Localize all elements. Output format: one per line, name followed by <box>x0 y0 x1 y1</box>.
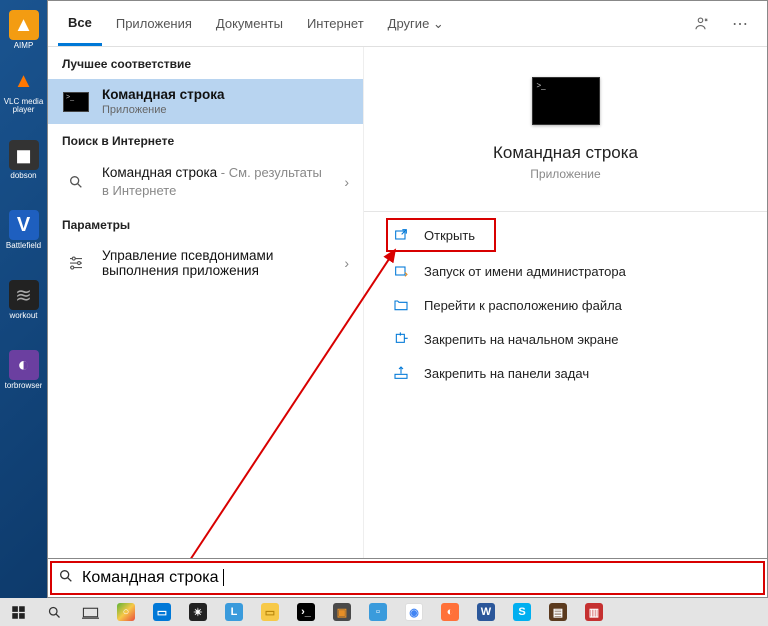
settings-sliders-icon <box>62 249 90 277</box>
chevron-down-icon: ⌄ <box>433 16 444 32</box>
preview-actions: Открыть Запуск от имени администратора П… <box>364 211 767 390</box>
desktop-icon-battlefield[interactable]: VBattlefield <box>0 200 47 260</box>
result-web[interactable]: Командная строка - См. результаты в Инте… <box>48 156 363 208</box>
feedback-icon[interactable] <box>685 7 719 41</box>
taskbar-app-3[interactable]: ▤ <box>540 598 576 626</box>
preview-title: Командная строка <box>493 143 638 163</box>
search-icon <box>58 568 74 589</box>
taskview-button[interactable] <box>72 598 108 626</box>
tab-all[interactable]: Все <box>58 2 102 46</box>
result-best-match[interactable]: Командная строка Приложение <box>48 79 363 124</box>
action-run-admin[interactable]: Запуск от имени администратора <box>364 254 767 288</box>
shield-admin-icon <box>392 262 410 280</box>
search-tabs: Все Приложения Документы Интернет Другие… <box>48 1 767 47</box>
desktop-icon-dobson[interactable]: ◼dobson <box>0 130 47 190</box>
taskbar-app-2[interactable]: L <box>216 598 252 626</box>
taskbar-app-browser[interactable]: ○ <box>108 598 144 626</box>
taskbar-app-cmd[interactable]: ›_ <box>288 598 324 626</box>
desktop-icon-vlc[interactable]: ▲VLC media player <box>0 60 47 120</box>
pin-start-icon <box>392 330 410 348</box>
taskbar-app-word[interactable]: W <box>468 598 504 626</box>
open-icon <box>392 226 410 244</box>
taskbar-app-winrar[interactable]: ▥ <box>576 598 612 626</box>
search-icon <box>62 168 90 196</box>
taskbar: ○ ▭ ✴ L ▭ ›_ ▣ ▫ ◉ ◐ W S ▤ ▥ <box>0 598 768 626</box>
params-header: Параметры <box>48 208 363 240</box>
folder-location-icon <box>392 296 410 314</box>
taskbar-app-firefox[interactable]: ◐ <box>432 598 468 626</box>
action-open-location[interactable]: Перейти к расположению файла <box>364 288 767 322</box>
best-match-header: Лучшее соответствие <box>48 47 363 79</box>
desktop-icon-workout[interactable]: ≋workout <box>0 270 47 330</box>
start-button[interactable] <box>0 598 36 626</box>
action-pin-taskbar[interactable]: Закрепить на панели задач <box>364 356 767 390</box>
tab-apps[interactable]: Приложения <box>106 2 202 46</box>
tab-docs[interactable]: Документы <box>206 2 293 46</box>
taskbar-app-files[interactable]: ▭ <box>252 598 288 626</box>
chevron-right-icon: › <box>344 255 349 271</box>
pin-taskbar-icon <box>392 364 410 382</box>
search-input-text[interactable]: Командная строка <box>82 569 224 587</box>
taskbar-app-skype[interactable]: S <box>504 598 540 626</box>
taskbar-app-1[interactable]: ✴ <box>180 598 216 626</box>
tab-other[interactable]: Другие ⌄ <box>378 2 454 46</box>
desktop-icon-torbrowser[interactable]: ◐torbrowser <box>0 340 47 400</box>
taskbar-app-reader[interactable]: ▫ <box>360 598 396 626</box>
more-icon[interactable]: ⋯ <box>723 7 757 41</box>
preview-app-icon <box>532 77 600 125</box>
action-open[interactable]: Открыть <box>386 218 496 252</box>
chevron-right-icon: › <box>344 174 349 190</box>
taskbar-app-sublime[interactable]: ▣ <box>324 598 360 626</box>
taskbar-app-explorer[interactable]: ▭ <box>144 598 180 626</box>
results-list: Лучшее соответствие Командная строка При… <box>48 47 364 558</box>
web-search-header: Поиск в Интернете <box>48 124 363 156</box>
search-panel: Все Приложения Документы Интернет Другие… <box>47 0 768 558</box>
taskbar-app-chrome[interactable]: ◉ <box>396 598 432 626</box>
action-pin-start[interactable]: Закрепить на начальном экране <box>364 322 767 356</box>
desktop-icon-aimp[interactable]: ▲AIMP <box>0 0 47 60</box>
preview-pane: Командная строка Приложение Открыть Запу… <box>364 47 767 558</box>
tab-web[interactable]: Интернет <box>297 2 374 46</box>
desktop-strip: ▲AIMP ▲VLC media player ◼dobson VBattlef… <box>0 0 47 598</box>
taskbar-search-button[interactable] <box>36 598 72 626</box>
cmd-icon <box>62 88 90 116</box>
result-params[interactable]: Управление псевдонимами выполнения прило… <box>48 240 363 286</box>
preview-subtitle: Приложение <box>530 167 600 181</box>
search-bar[interactable]: Командная строка <box>47 558 768 598</box>
